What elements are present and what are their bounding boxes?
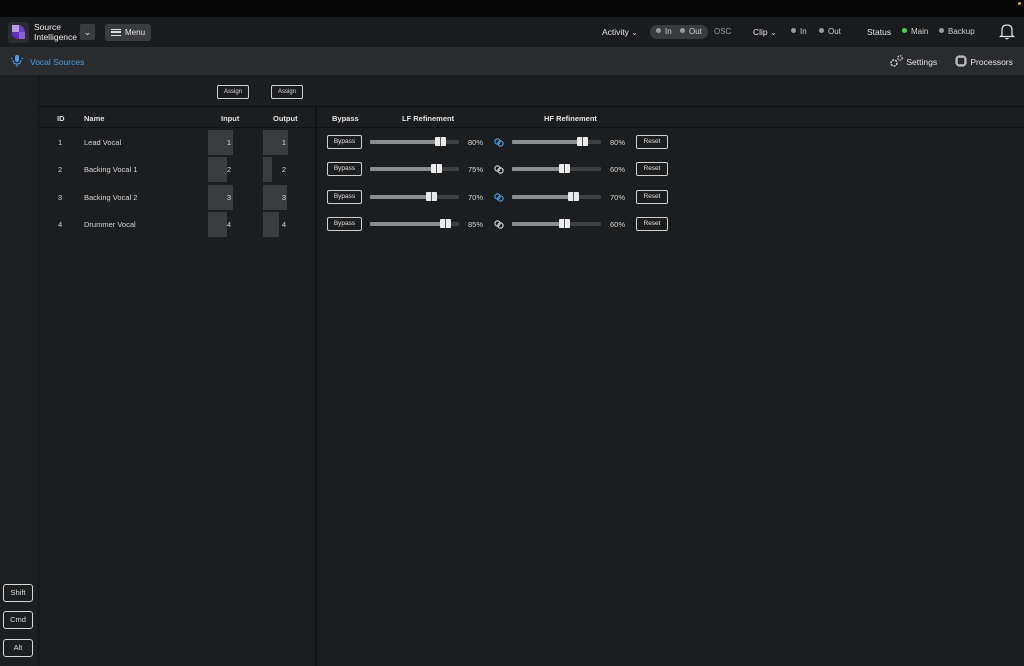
- clip-dropdown[interactable]: Clip ⌄: [753, 27, 777, 37]
- input-level-meter[interactable]: 1: [208, 130, 233, 155]
- slider-thumb[interactable]: [440, 219, 451, 228]
- row-id: 4: [58, 220, 63, 229]
- column-header-output: Output: [273, 114, 298, 123]
- lf-value: 70%: [468, 193, 484, 202]
- menu-button[interactable]: Menu: [105, 24, 151, 41]
- shift-key-button[interactable]: Shift: [3, 584, 33, 602]
- assign-input-button[interactable]: Assign: [217, 85, 249, 99]
- column-header-hf-refinement: HF Refinement: [544, 114, 597, 123]
- bypass-button[interactable]: Bypass: [327, 217, 362, 231]
- status-main-indicator: Main: [902, 27, 928, 36]
- slider-thumb[interactable]: [577, 137, 588, 146]
- column-header-lf-refinement: LF Refinement: [402, 114, 455, 123]
- output-level-meter[interactable]: 4: [263, 212, 288, 237]
- input-level-meter[interactable]: 2: [208, 157, 233, 182]
- column-header-bypass: Bypass: [332, 114, 359, 123]
- row-name[interactable]: Lead Vocal: [84, 138, 121, 147]
- hamburger-icon: [111, 29, 121, 36]
- microphone-icon: [10, 54, 24, 71]
- status-label: Status: [867, 27, 892, 37]
- main-panel: [39, 75, 1024, 666]
- divider: [39, 127, 1024, 128]
- row-name[interactable]: Backing Vocal 2: [84, 193, 137, 202]
- hf-value: 70%: [610, 193, 626, 202]
- slider-thumb[interactable]: [431, 164, 442, 173]
- processors-button[interactable]: Processors: [954, 54, 1013, 68]
- reset-button[interactable]: Reset: [636, 162, 668, 176]
- bypass-button[interactable]: Bypass: [327, 162, 362, 176]
- assign-output-button[interactable]: Assign: [271, 85, 303, 99]
- activity-in-indicator: In: [656, 27, 672, 36]
- hf-refinement-slider[interactable]: [512, 137, 601, 146]
- lf-refinement-slider[interactable]: [370, 219, 459, 228]
- hf-refinement-slider[interactable]: [512, 192, 601, 201]
- app-name: Source Intelligence: [34, 22, 78, 42]
- indicator-dot: [1018, 2, 1021, 5]
- input-level-meter[interactable]: 4: [208, 212, 233, 237]
- osc-label: OSC: [714, 27, 732, 36]
- lf-value: 85%: [468, 220, 484, 229]
- sub-toolbar: [0, 47, 1024, 75]
- link-icon[interactable]: [494, 193, 504, 202]
- lf-value: 75%: [468, 165, 484, 174]
- top-strip: [0, 0, 1024, 17]
- link-icon[interactable]: [494, 220, 504, 229]
- lf-value: 80%: [468, 138, 484, 147]
- app-logo-icon[interactable]: [8, 22, 29, 43]
- bypass-button[interactable]: Bypass: [327, 190, 362, 204]
- bypass-button[interactable]: Bypass: [327, 135, 362, 149]
- lf-refinement-slider[interactable]: [370, 137, 459, 146]
- alt-key-button[interactable]: Alt: [3, 639, 33, 657]
- gear-icon: [890, 55, 903, 67]
- slider-thumb[interactable]: [559, 219, 570, 228]
- column-header-id: ID: [57, 114, 65, 123]
- row-id: 1: [58, 138, 63, 147]
- input-level-meter[interactable]: 3: [208, 185, 233, 210]
- activity-out-indicator: Out: [680, 27, 702, 36]
- row-name[interactable]: Backing Vocal 1: [84, 165, 137, 174]
- cmd-key-button[interactable]: Cmd: [3, 611, 33, 629]
- output-level-meter[interactable]: 1: [263, 130, 288, 155]
- row-id: 2: [58, 165, 63, 174]
- clip-out-indicator: Out: [819, 27, 841, 36]
- chevron-down-icon: ⌄: [770, 28, 777, 37]
- reset-button[interactable]: Reset: [636, 190, 668, 204]
- slider-thumb[interactable]: [559, 164, 570, 173]
- column-divider: [315, 107, 317, 666]
- lf-refinement-slider[interactable]: [370, 164, 459, 173]
- hf-value: 60%: [610, 165, 626, 174]
- chevron-down-icon: ⌄: [631, 28, 638, 37]
- link-icon[interactable]: [494, 138, 504, 147]
- settings-button[interactable]: Settings: [889, 54, 937, 68]
- hf-refinement-slider[interactable]: [512, 164, 601, 173]
- output-level-meter[interactable]: 2: [263, 157, 288, 182]
- bell-icon[interactable]: [998, 22, 1016, 42]
- link-icon[interactable]: [494, 165, 504, 174]
- reset-button[interactable]: Reset: [636, 135, 668, 149]
- tab-vocal-sources[interactable]: Vocal Sources: [30, 57, 84, 67]
- output-level-meter[interactable]: 3: [263, 185, 288, 210]
- left-modifier-panel: [0, 75, 39, 666]
- hf-value: 80%: [610, 138, 626, 147]
- hf-refinement-slider[interactable]: [512, 219, 601, 228]
- column-header-name: Name: [84, 114, 105, 123]
- slider-thumb[interactable]: [435, 137, 446, 146]
- chip-icon: [955, 55, 967, 67]
- row-name[interactable]: Drummer Vocal: [84, 220, 136, 229]
- slider-thumb[interactable]: [568, 192, 579, 201]
- column-header-input: Input: [221, 114, 240, 123]
- row-id: 3: [58, 193, 63, 202]
- activity-dropdown[interactable]: Activity ⌄: [602, 27, 638, 37]
- divider: [39, 106, 1024, 107]
- app-switch-chevron-icon[interactable]: ⌄: [80, 24, 95, 40]
- lf-refinement-slider[interactable]: [370, 192, 459, 201]
- hf-value: 60%: [610, 220, 626, 229]
- status-backup-indicator: Backup: [939, 27, 975, 36]
- clip-in-indicator: In: [791, 27, 807, 36]
- slider-thumb[interactable]: [426, 192, 437, 201]
- reset-button[interactable]: Reset: [636, 217, 668, 231]
